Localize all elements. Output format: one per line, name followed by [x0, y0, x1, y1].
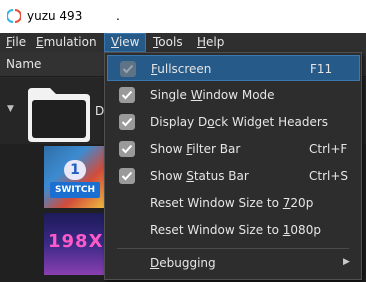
- label-post: 080p: [290, 223, 321, 237]
- menu-separator: [117, 248, 349, 249]
- menu-item-show-filter-bar[interactable]: Show Filter Bar Ctrl+F: [107, 136, 360, 162]
- menu-view-label: iew: [118, 35, 140, 49]
- menu-item-label: Show Status Bar: [150, 169, 249, 183]
- view-menu-dropdown: Fullscreen F11 Single Window Mode Displa…: [104, 52, 362, 280]
- label-pre: Display D: [150, 115, 208, 129]
- yuzu-logo-icon: [7, 9, 21, 23]
- menu-item-shortcut: Ctrl+S: [309, 169, 349, 183]
- menu-file-label: ile: [12, 35, 27, 49]
- menu-tools[interactable]: Tools: [147, 33, 189, 52]
- checkmark-icon: [122, 64, 134, 74]
- menu-view[interactable]: View: [104, 33, 147, 52]
- menu-item-shortcut: F11: [310, 62, 333, 76]
- checkmark-icon: [121, 90, 133, 100]
- menu-item-fullscreen[interactable]: Fullscreen F11: [107, 55, 360, 81]
- title-bar: yuzu 493 .: [0, 0, 366, 33]
- menu-item-reset-1080p[interactable]: Reset Window Size to 1080p: [107, 217, 360, 243]
- menu-item-shortcut: Ctrl+F: [309, 142, 348, 156]
- window-title: yuzu 493: [27, 9, 83, 23]
- label-post: ck Widget Headers: [214, 115, 329, 129]
- checkbox-fullscreen[interactable]: [120, 61, 136, 77]
- label-post: indow Mode: [202, 88, 275, 102]
- thumb-badge-one: 1: [64, 160, 86, 180]
- label-pre: Reset Window Size to: [150, 223, 283, 237]
- checkbox-dock-widget-headers[interactable]: [119, 114, 135, 130]
- label-post: ebugging: [159, 256, 216, 270]
- menu-item-label: Debugging: [150, 256, 216, 270]
- label-post: ullscreen: [157, 62, 212, 76]
- menu-view-mnemonic: V: [111, 35, 119, 49]
- menu-emulation-mnemonic: E: [36, 35, 44, 49]
- menu-item-label: Single Window Mode: [150, 88, 275, 102]
- submenu-arrow-icon: ▶: [343, 257, 350, 267]
- label-pre: Single: [150, 88, 191, 102]
- menu-item-label: Reset Window Size to 1080p: [150, 223, 321, 237]
- label-pre: Show: [150, 169, 187, 183]
- label-post: 20p: [290, 196, 314, 210]
- menu-bar: File Emulation View Tools Help: [0, 33, 366, 52]
- label-mnemonic: o: [207, 115, 215, 129]
- checkbox-show-filter-bar[interactable]: [119, 141, 135, 157]
- checkbox-show-status-bar[interactable]: [119, 168, 135, 184]
- label-pre: Reset Window Size to: [150, 196, 283, 210]
- label-post: tatus Bar: [193, 169, 249, 183]
- menu-file[interactable]: File: [0, 33, 32, 52]
- menu-item-debugging[interactable]: Debugging ▶: [107, 250, 360, 276]
- menu-item-reset-720p[interactable]: Reset Window Size to 720p: [107, 190, 360, 216]
- label-post: ilter Bar: [192, 142, 241, 156]
- window-title-suffix: .: [116, 9, 120, 23]
- menu-item-label: Show Filter Bar: [150, 142, 240, 156]
- menu-help-label: elp: [206, 35, 225, 49]
- menu-item-label: Reset Window Size to 720p: [150, 196, 313, 210]
- game-thumbnail-1-2-switch[interactable]: 1 SWITCH: [44, 146, 106, 208]
- checkbox-single-window-mode[interactable]: [119, 87, 135, 103]
- thumb-198x-logo: 198X: [48, 231, 104, 252]
- label-mnemonic: W: [190, 88, 203, 102]
- menu-item-display-dock-widget-headers[interactable]: Display Dock Widget Headers: [107, 109, 360, 135]
- menu-help-mnemonic: H: [197, 35, 207, 49]
- folder-icon: [28, 88, 90, 142]
- label-pre: Show: [150, 142, 187, 156]
- checkmark-icon: [121, 144, 133, 154]
- expand-arrow-icon[interactable]: ▼: [7, 104, 14, 114]
- menu-emulation[interactable]: Emulation: [30, 33, 103, 52]
- thumb-switch-text: SWITCH: [50, 182, 100, 198]
- menu-emulation-label: mulation: [43, 35, 97, 49]
- game-thumbnail-198x[interactable]: 198X: [44, 213, 106, 275]
- checkmark-icon: [121, 117, 133, 127]
- menu-help[interactable]: Help: [191, 33, 230, 52]
- menu-item-label: Display Dock Widget Headers: [150, 115, 328, 129]
- menu-item-single-window-mode[interactable]: Single Window Mode: [107, 82, 360, 108]
- menu-item-show-status-bar[interactable]: Show Status Bar Ctrl+S: [107, 163, 360, 189]
- column-header-name[interactable]: Name: [6, 57, 41, 71]
- menu-tools-label: ools: [158, 35, 183, 49]
- label-mnemonic: S: [186, 169, 194, 183]
- checkmark-icon: [121, 171, 133, 181]
- label-mnemonic: D: [150, 256, 160, 270]
- menu-item-label: Fullscreen: [151, 62, 211, 76]
